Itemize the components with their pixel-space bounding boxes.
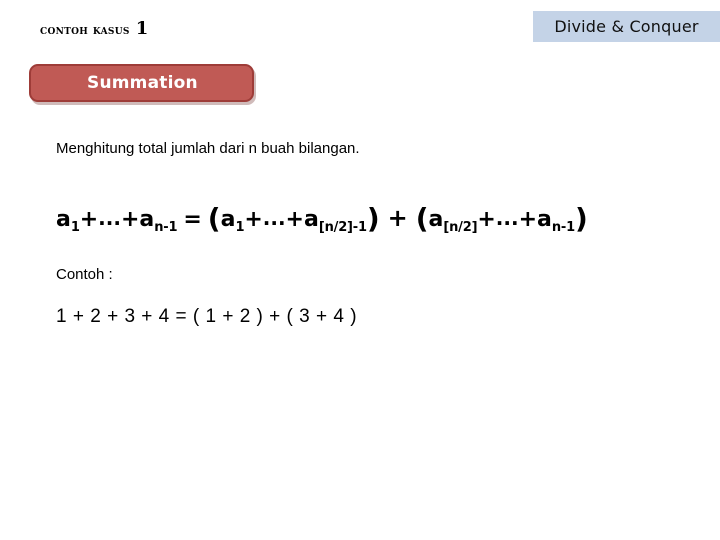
formula-join-operator: +	[387, 204, 408, 232]
formula-group-right-close-paren: )	[574, 202, 588, 235]
case-header: Contoh Kasus 1	[40, 18, 148, 39]
formula-group-left-close-paren: )	[366, 202, 380, 235]
summation-button[interactable]: Summation	[29, 64, 254, 102]
formula-group-left-last-base: a	[303, 207, 319, 232]
formula-group-right-first-base: a	[428, 207, 444, 232]
formula-group-right-last-base: a	[537, 207, 552, 232]
formula-lhs-first-base: a	[56, 207, 71, 232]
topic-banner: Divide & Conquer	[533, 11, 720, 42]
formula-lhs-plus-1: +	[79, 207, 99, 232]
formula-group-left-last-sub: [n/2]-1	[318, 220, 367, 235]
summation-button-label: Summation	[87, 73, 198, 93]
summation-formula: a1 + ... + a n-1 = ( a1 + ... + a [n/2]-1 …	[56, 200, 588, 235]
case-header-label: Contoh Kasus	[40, 23, 130, 38]
formula-group-left-open-paren: (	[207, 202, 221, 235]
formula-lhs-last-base: a	[139, 207, 155, 232]
formula-group-left-last-term: a [n/2]-1	[303, 207, 367, 235]
description-text: Menghitung total jumlah dari n buah bila…	[56, 140, 360, 157]
formula-group-right-first-sub: [n/2]	[443, 220, 478, 235]
case-header-number: 1	[135, 18, 149, 39]
formula-group-left-plus-2: +	[285, 207, 304, 232]
formula-group-left-first-base: a	[220, 207, 236, 232]
formula-lhs-first-sub: 1	[70, 220, 80, 235]
topic-banner-label: Divide & Conquer	[554, 17, 699, 36]
formula-group-right-last-sub: n-1	[551, 220, 575, 235]
formula-group-left-ellipsis: ...	[262, 206, 286, 230]
slide-canvas: Divide & Conquer Contoh Kasus 1 Summatio…	[0, 0, 720, 540]
formula-group-right-open-paren: (	[415, 202, 429, 235]
formula-equals: =	[183, 207, 202, 232]
formula-lhs-plus-2: +	[120, 207, 140, 232]
formula-lhs-last-sub: n-1	[154, 220, 178, 235]
formula-group-right-plus-1: +	[477, 207, 496, 232]
formula-group-right-first-term: a [n/2]	[428, 207, 478, 235]
example-label: Contoh :	[56, 266, 113, 283]
formula-group-left-first-term: a1	[220, 207, 245, 235]
formula-lhs-ellipsis: ...	[98, 206, 121, 230]
formula-group-right-plus-2: +	[518, 207, 537, 232]
formula-group-right-ellipsis: ...	[495, 206, 519, 230]
example-expression: 1 + 2 + 3 + 4 = ( 1 + 2 ) + ( 3 + 4 )	[56, 306, 358, 327]
formula-lhs-first-term: a1	[56, 207, 80, 235]
formula-group-left-plus-1: +	[244, 207, 263, 232]
formula-group-right-last-term: a n-1	[537, 207, 575, 235]
formula-lhs-last-term: a n-1	[139, 207, 178, 235]
formula-group-left-first-sub: 1	[235, 220, 245, 235]
